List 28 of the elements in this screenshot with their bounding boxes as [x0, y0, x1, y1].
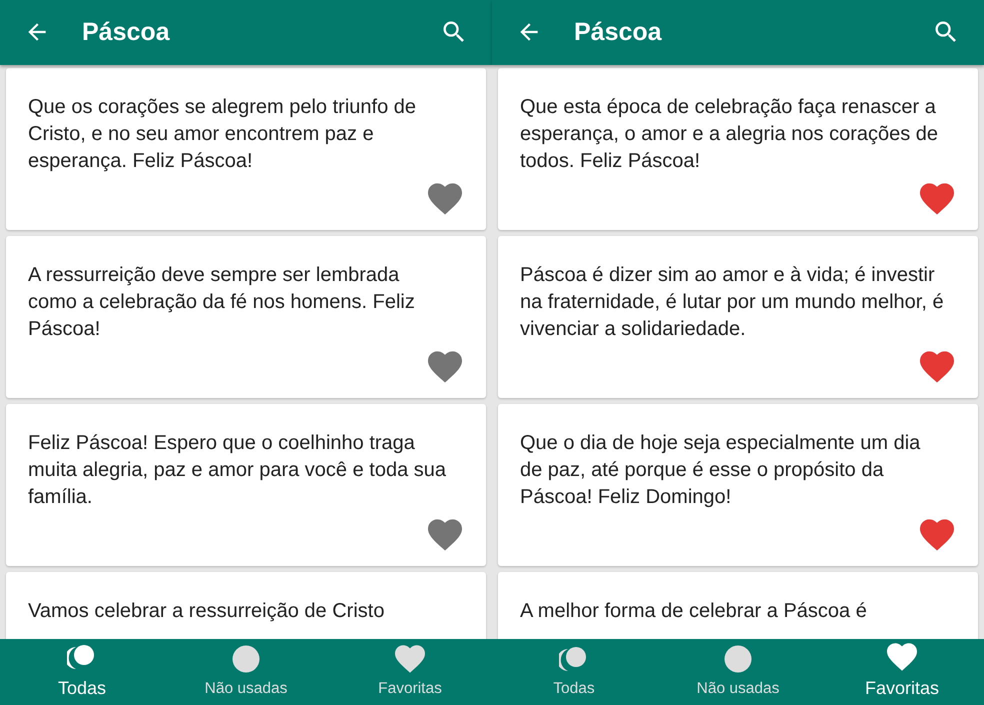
heart-icon[interactable] — [428, 182, 462, 216]
heart-icon[interactable] — [920, 518, 954, 552]
nav-tab[interactable]: Todas — [0, 639, 164, 705]
nav-tab[interactable]: Favoritas — [820, 639, 984, 705]
circles-icon — [558, 644, 589, 673]
heart-icon[interactable] — [920, 182, 954, 216]
quote-text: A ressurreição deve sempre ser lembrada como a celebração da fé nos homens. Feliz Páscoa! — [28, 262, 416, 342]
screen-title: Páscoa — [574, 16, 662, 48]
heart-icon — [886, 642, 917, 671]
nav-tab[interactable]: Não usadas — [656, 639, 820, 705]
nav-tab[interactable]: Favoritas — [328, 639, 492, 705]
circle-icon — [724, 644, 752, 673]
quote-text: Feliz Páscoa! Espero que o coelhinho traga muita alegria, paz e amor para você e toda sua família. — [28, 430, 448, 510]
quote-text: Que esta época de celebração faça renascer a esperança, o amor e a alegria nos corações de todos. Feliz Páscoa! — [520, 94, 940, 174]
screen-title: Páscoa — [82, 16, 170, 48]
quote-text: Que os corações se alegrem pelo triunfo de Cristo, e no seu amor encontrem paz e esperança. Feliz Páscoa! — [28, 94, 417, 174]
circles-icon — [66, 642, 97, 671]
quote-text: A melhor forma de celebrar a Páscoa é — [520, 598, 868, 624]
quote-text: Páscoa é dizer sim ao amor e à vida; é investir na fraternidade, é lutar por um mundo melhor, é vivenciar a solidariedade. — [520, 262, 944, 342]
quote-text: Vamos celebrar a ressurreição de Cristo — [28, 598, 386, 624]
circle-icon — [232, 644, 260, 673]
nav-tab[interactable]: Todas — [492, 639, 656, 705]
heart-icon[interactable] — [428, 518, 462, 552]
heart-icon — [394, 644, 425, 673]
heart-icon[interactable] — [920, 350, 954, 384]
heart-icon[interactable] — [428, 350, 462, 384]
nav-tab[interactable]: Não usadas — [164, 639, 328, 705]
quote-text: Que o dia de hoje seja especialmente um dia de paz, até porque é esse o propósito da Páscoa! Feliz Domingo! — [520, 430, 922, 510]
